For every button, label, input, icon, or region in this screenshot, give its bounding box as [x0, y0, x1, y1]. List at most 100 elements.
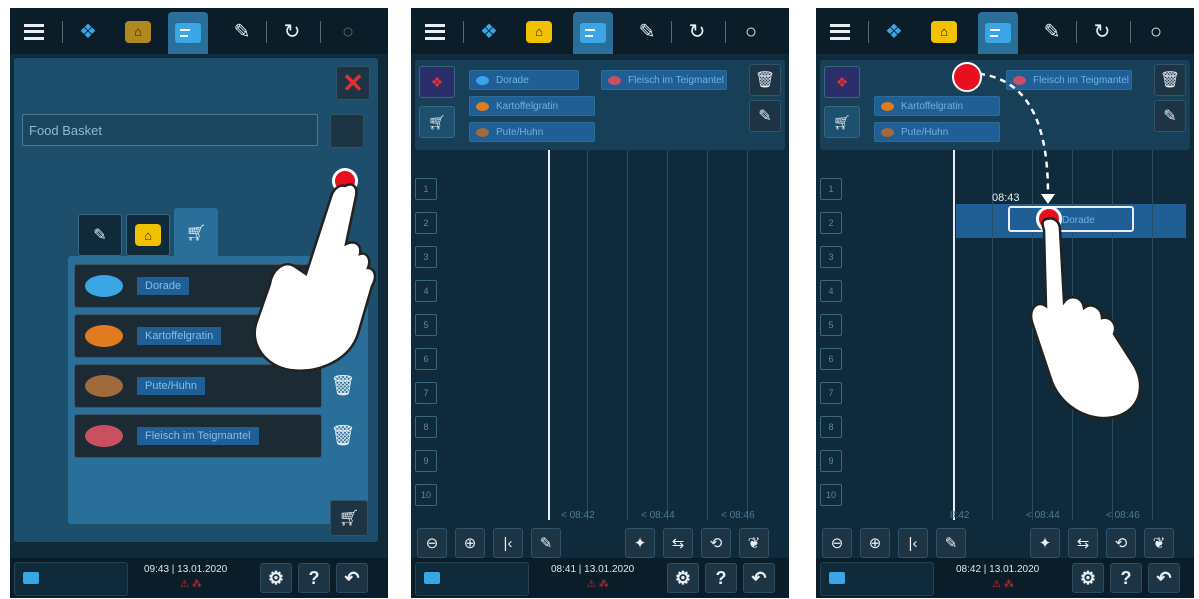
rack-8[interactable]: 8 [415, 416, 437, 438]
back-button[interactable]: ↶ [336, 563, 368, 593]
jump-now-button[interactable]: |‹ [493, 528, 523, 558]
status-bar: 08:42 | 13.01.2020 ⚠ ⁂ ⚙︎ ? ↶ [816, 558, 1194, 598]
rack-2[interactable]: 2 [415, 212, 437, 234]
panel-planner: ❖ ⌂ ✎ ↻ ○ ❖ 🛒︎ Dorade Fleisch im Teigman… [411, 8, 789, 598]
close-button[interactable]: ✕ [336, 66, 370, 100]
planner-icon[interactable] [573, 12, 613, 60]
trash-icon[interactable]: 🗑︎ [749, 64, 781, 96]
poultry-icon [85, 375, 123, 397]
cooking-icon[interactable]: ❖ [469, 15, 509, 48]
item-chip[interactable]: Pute/Huhn [469, 122, 595, 142]
top-navigation: ❖ ⌂ ✎ ↻ ○ [411, 8, 789, 60]
clock-date: 08:42 | 13.01.2020 [956, 564, 1040, 575]
timer-button[interactable]: ⟲ [1106, 528, 1136, 558]
clean-icon[interactable]: ↻ [1082, 15, 1122, 48]
search-icon[interactable]: ○ [731, 15, 771, 48]
panel-basket-dialog: ❖ ⌂ ✎ ↻ ○ ✕ Food Basket ✎ ⌂ 🛒︎ Dorade Ka… [10, 8, 388, 598]
list-item[interactable]: Fleisch im Teigmantel [74, 414, 322, 458]
item-label: Dorade [137, 277, 190, 295]
jump-now-button[interactable]: |‹ [898, 528, 928, 558]
panel-planner-drag: ❖ ⌂ ✎ ↻ ○ ❖ 🛒︎ Fleisch im Teigmantel Kar… [816, 8, 1194, 598]
cooking-icon[interactable]: ❖ [419, 66, 455, 98]
back-button[interactable]: ↶ [1148, 563, 1180, 593]
trash-icon[interactable]: 🗑︎ [330, 420, 356, 450]
search-icon[interactable]: ○ [1136, 15, 1176, 48]
settings-button[interactable]: ⚙︎ [667, 563, 699, 593]
zoom-out-button[interactable]: ⊖ [822, 528, 852, 558]
zoom-in-button[interactable]: ⊕ [455, 528, 485, 558]
item-chip[interactable]: Kartoffelgratin [469, 96, 595, 116]
timeline-toolbar: ⊖ ⊕ |‹ ✎ ✦ ⇆ ⟲ ❦ [411, 528, 789, 558]
drag-start-indicator [952, 62, 982, 92]
rack-7[interactable]: 7 [415, 382, 437, 404]
rack-4[interactable]: 4 [415, 280, 437, 302]
help-button[interactable]: ? [705, 563, 737, 593]
clean-icon[interactable]: ↻ [677, 15, 717, 48]
item-chip[interactable]: Dorade [469, 70, 579, 90]
edit-plan-button[interactable]: ✎ [531, 528, 561, 558]
rack-6[interactable]: 6 [415, 348, 437, 370]
edit-button[interactable]: ✎ [749, 100, 781, 132]
clean-button[interactable]: ✦ [625, 528, 655, 558]
settings-button[interactable]: ⚙︎ [1072, 563, 1104, 593]
time-tick: < 08:46 [1106, 510, 1140, 521]
status-icons: ⚠ ⁂ [180, 579, 202, 590]
align-button[interactable]: ⇆ [1068, 528, 1098, 558]
settings-button[interactable]: ⚙︎ [260, 563, 292, 593]
zoom-in-button[interactable]: ⊕ [860, 528, 890, 558]
time-tick: < 08:46 [721, 510, 755, 521]
cooking-icon[interactable]: ❖ [68, 15, 108, 48]
rack-9[interactable]: 9 [415, 450, 437, 472]
edit-icon[interactable]: ✎ [1032, 15, 1072, 48]
rack-1[interactable]: 1 [415, 178, 437, 200]
timer-button[interactable]: ⟲ [701, 528, 731, 558]
help-button[interactable]: ? [1110, 563, 1142, 593]
status-icons: ⚠ ⁂ [587, 579, 609, 590]
basket-icon[interactable]: 🛒︎ [419, 106, 455, 138]
edit-icon[interactable]: ✎ [627, 15, 667, 48]
planner-shortcut[interactable] [820, 562, 934, 596]
tab-basket[interactable]: 🛒︎ [174, 208, 218, 258]
rack-3[interactable]: 3 [415, 246, 437, 268]
eco-button[interactable]: ❦ [739, 528, 769, 558]
rack-8[interactable]: 8 [820, 416, 842, 438]
basket-name-field[interactable]: Food Basket [22, 114, 318, 146]
menu-icon[interactable] [820, 15, 860, 48]
item-chip[interactable]: Fleisch im Teigmantel [601, 70, 727, 90]
back-button[interactable]: ↶ [743, 563, 775, 593]
tab-edit[interactable]: ✎ [78, 214, 122, 256]
help-button[interactable]: ? [298, 563, 330, 593]
hand-pointer-icon [253, 183, 377, 372]
rack-5[interactable]: 5 [415, 314, 437, 336]
planner-shortcut[interactable] [415, 562, 529, 596]
planner-icon[interactable] [978, 12, 1018, 60]
pot-icon[interactable]: ⌂ [924, 15, 964, 48]
rack-10[interactable]: 10 [415, 484, 437, 506]
rack-7[interactable]: 7 [820, 382, 842, 404]
clean-icon[interactable]: ↻ [272, 15, 312, 48]
planner-shortcut[interactable] [14, 562, 128, 596]
fish-icon [85, 275, 123, 297]
zoom-out-button[interactable]: ⊖ [417, 528, 447, 558]
pot-icon[interactable]: ⌂ [118, 15, 158, 48]
menu-icon[interactable] [14, 15, 54, 48]
top-navigation: ❖ ⌂ ✎ ↻ ○ [10, 8, 388, 60]
search-icon[interactable]: ○ [328, 15, 368, 48]
cooking-icon[interactable]: ❖ [874, 15, 914, 48]
now-marker [548, 150, 550, 520]
menu-icon[interactable] [415, 15, 455, 48]
save-name-button[interactable] [330, 114, 364, 148]
planner-icon[interactable] [168, 12, 208, 60]
rack-10[interactable]: 10 [820, 484, 842, 506]
pot-icon[interactable]: ⌂ [519, 15, 559, 48]
edit-plan-button[interactable]: ✎ [936, 528, 966, 558]
tab-pot[interactable]: ⌂ [126, 214, 170, 256]
clean-button[interactable]: ✦ [1030, 528, 1060, 558]
rack-9[interactable]: 9 [820, 450, 842, 472]
align-button[interactable]: ⇆ [663, 528, 693, 558]
add-basket-button[interactable]: 🛒︎ [330, 500, 368, 536]
item-tray: ❖ 🛒︎ Dorade Fleisch im Teigmantel Kartof… [415, 60, 785, 150]
eco-button[interactable]: ❦ [1144, 528, 1174, 558]
edit-icon[interactable]: ✎ [222, 15, 262, 48]
trash-icon[interactable]: 🗑︎ [330, 370, 356, 400]
